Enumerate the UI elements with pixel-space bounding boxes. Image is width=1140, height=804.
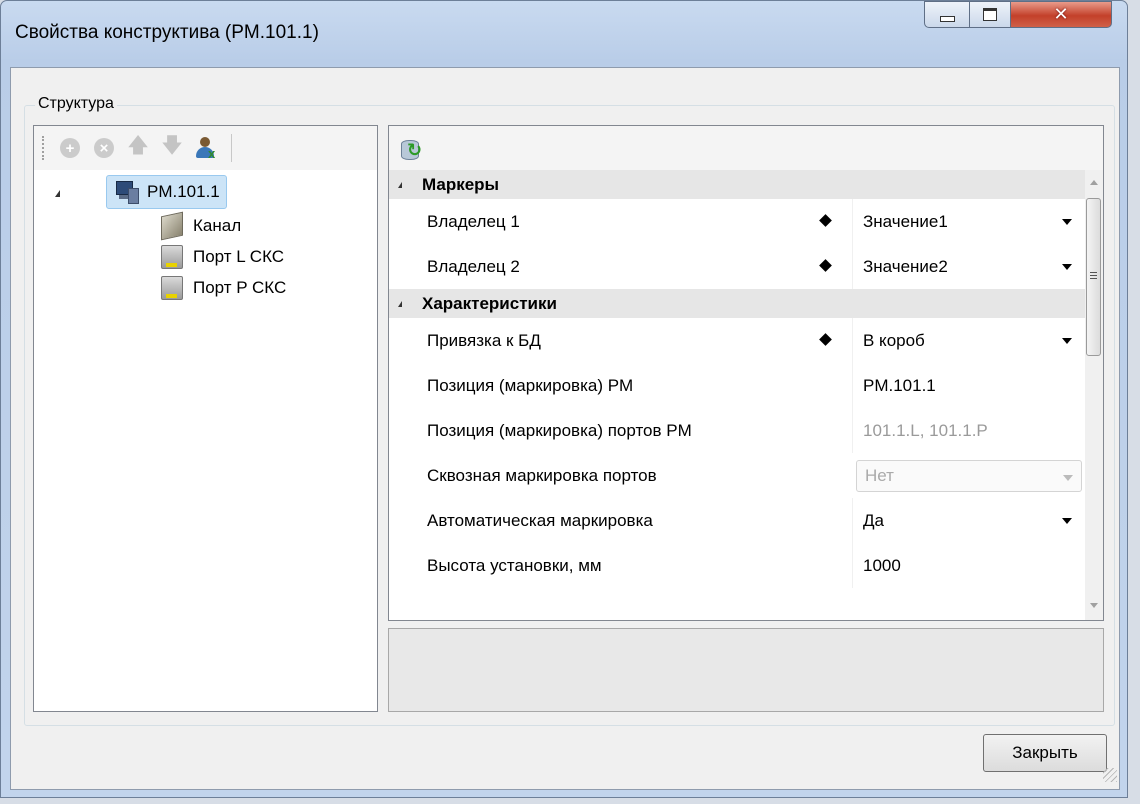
toolbar-separator	[231, 134, 232, 162]
dropdown-arrow-icon[interactable]	[1062, 518, 1072, 524]
prop-row-owner1[interactable]: Владелец 1 Значение1	[389, 199, 1085, 244]
scroll-thumb[interactable]	[1086, 198, 1101, 356]
minimize-button[interactable]	[924, 1, 970, 28]
maximize-button[interactable]	[969, 1, 1011, 28]
assign-user-button[interactable]: x	[189, 133, 223, 163]
prop-value[interactable]: Значение2	[863, 244, 948, 289]
prop-name: Сквозная маркировка портов	[427, 466, 657, 485]
prop-name: Привязка к БД	[427, 331, 541, 350]
dialog-client-area: Структура + × 🡅 🡇 x PM.101.1 Канал Порт …	[10, 67, 1120, 790]
properties-window: Свойства конструктива (PM.101.1) ✕ Струк…	[0, 0, 1128, 798]
category-label: Характеристики	[422, 293, 557, 313]
add-button[interactable]: +	[53, 133, 87, 163]
minimize-icon	[939, 15, 955, 22]
toolbar-grip	[42, 136, 47, 160]
category-label: Маркеры	[422, 174, 500, 194]
resize-grip[interactable]	[1103, 768, 1117, 782]
remove-icon: ×	[94, 138, 114, 158]
prop-name: Владелец 2	[427, 257, 520, 276]
description-panel	[388, 628, 1104, 712]
computer-icon	[115, 180, 139, 204]
prop-value: 101.1.L, 101.1.P	[863, 421, 988, 440]
move-up-icon: 🡅	[127, 133, 149, 157]
collapse-category-icon[interactable]	[398, 300, 402, 307]
tree-node-label: Порт L СКС	[193, 247, 285, 266]
prop-row-height[interactable]: Высота установки, мм 1000	[389, 543, 1085, 588]
port-icon	[161, 276, 183, 300]
tree-node-channel[interactable]: Канал	[161, 211, 241, 241]
add-icon: +	[60, 138, 80, 158]
close-window-button[interactable]: ✕	[1010, 1, 1112, 28]
dropdown-arrow-icon[interactable]	[1062, 264, 1072, 270]
close-button[interactable]: Закрыть	[983, 734, 1107, 772]
dropdown-arrow-icon	[1063, 475, 1073, 481]
prop-value[interactable]: В короб	[863, 318, 925, 363]
tree-node-label: Порт P СКС	[193, 278, 287, 297]
tree-node-label: Канал	[193, 216, 242, 235]
tree-node-label: PM.101.1	[147, 182, 220, 201]
vertical-scrollbar[interactable]	[1085, 170, 1103, 620]
window-title: Свойства конструктива (PM.101.1)	[15, 22, 319, 43]
prop-value[interactable]: 1000	[863, 543, 901, 588]
prop-name: Высота установки, мм	[427, 556, 602, 575]
linked-diamond-icon	[819, 333, 832, 346]
prop-row-ports-position[interactable]: Позиция (маркировка) портов PM 101.1.L, …	[389, 408, 1085, 453]
prop-name: Позиция (маркировка) PM	[427, 376, 634, 395]
prop-row-position[interactable]: Позиция (маркировка) PM PM.101.1	[389, 363, 1085, 408]
disabled-select: Нет	[856, 460, 1082, 492]
prop-name: Автоматическая маркировка	[427, 511, 653, 530]
prop-row-db-binding[interactable]: Привязка к БД В короб	[389, 318, 1085, 363]
dropdown-arrow-icon[interactable]	[1062, 219, 1072, 225]
property-rows: Маркеры Владелец 1 Значение1 Владелец 2 …	[389, 170, 1085, 588]
prop-row-auto-marking[interactable]: Автоматическая маркировка Да	[389, 498, 1085, 543]
remove-button[interactable]: ×	[87, 133, 121, 163]
close-icon: ✕	[1053, 4, 1069, 25]
property-grid: ↻ Маркеры Владелец 1 Значение1 Владелец …	[388, 125, 1104, 621]
assign-user-icon: x	[194, 136, 218, 161]
structure-tree-panel: + × 🡅 🡇 x PM.101.1 Канал Порт L СКС Порт…	[33, 125, 378, 712]
scroll-up-icon[interactable]	[1090, 180, 1098, 185]
category-markers[interactable]: Маркеры	[389, 170, 1085, 199]
prop-value[interactable]: Да	[863, 498, 884, 543]
tree-node-port-p[interactable]: Порт P СКС	[161, 273, 286, 303]
dropdown-arrow-icon[interactable]	[1062, 338, 1072, 344]
move-up-button[interactable]: 🡅	[121, 133, 155, 163]
channel-icon	[161, 211, 183, 241]
prop-row-through-marking[interactable]: Сквозная маркировка портов Нет	[389, 453, 1085, 498]
move-down-button[interactable]: 🡇	[155, 133, 189, 163]
category-characteristics[interactable]: Характеристики	[389, 289, 1085, 318]
move-down-icon: 🡇	[161, 133, 183, 157]
prop-row-owner2[interactable]: Владелец 2 Значение2	[389, 244, 1085, 289]
tree-node-port-l[interactable]: Порт L СКС	[161, 242, 284, 272]
prop-value[interactable]: Значение1	[863, 199, 948, 244]
linked-diamond-icon	[819, 214, 832, 227]
prop-value[interactable]: PM.101.1	[863, 363, 936, 408]
refresh-db-icon[interactable]: ↻	[399, 136, 425, 162]
linked-diamond-icon	[819, 259, 832, 272]
grid-toolbar: ↻	[389, 126, 1103, 170]
scroll-down-icon[interactable]	[1090, 603, 1098, 608]
prop-name: Позиция (маркировка) портов PM	[427, 421, 692, 440]
port-icon	[161, 245, 183, 269]
collapse-category-icon[interactable]	[398, 181, 402, 188]
prop-value: Нет	[865, 466, 894, 485]
structure-group-label: Структура	[35, 95, 117, 113]
collapse-root-icon[interactable]	[55, 190, 60, 197]
prop-name: Владелец 1	[427, 212, 520, 231]
tree-node-root[interactable]: PM.101.1	[106, 175, 227, 209]
maximize-icon	[983, 8, 997, 21]
tree-toolbar: + × 🡅 🡇 x	[34, 126, 377, 170]
